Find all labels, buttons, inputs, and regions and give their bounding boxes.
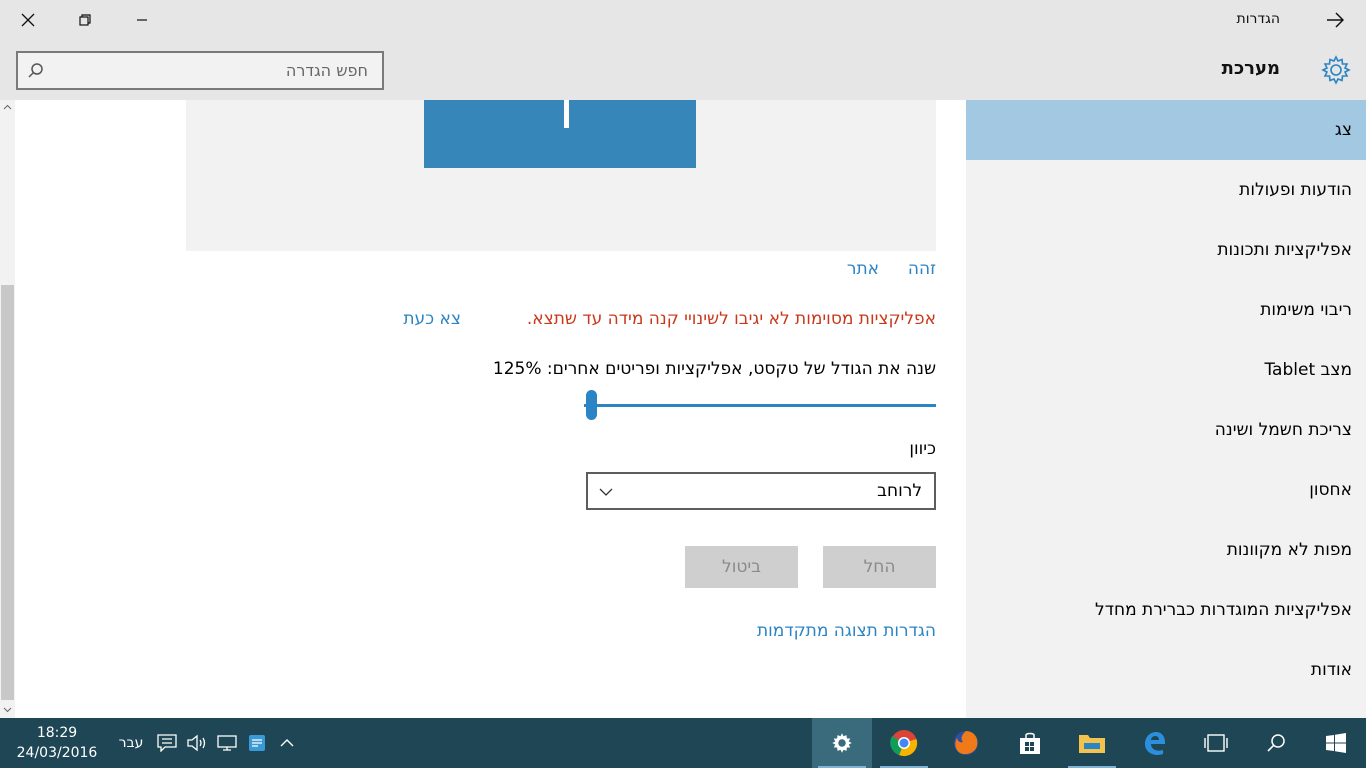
- sidebar-item-display[interactable]: צג: [966, 100, 1366, 160]
- windows-icon: [1326, 733, 1346, 753]
- chrome-app-button[interactable]: [874, 718, 934, 768]
- sidebar-item-label: מצב Tablet: [1264, 360, 1352, 380]
- content-scrollbar[interactable]: [0, 100, 15, 718]
- sidebar-item-apps-features[interactable]: אפליקציות ותכונות: [966, 220, 1366, 280]
- app-tray-icon: [249, 735, 265, 751]
- search-icon: [28, 63, 43, 78]
- sidebar-item-label: אפליקציות ותכונות: [1217, 240, 1352, 260]
- network-button[interactable]: [216, 718, 238, 768]
- orientation-value: לרוחב: [877, 481, 922, 501]
- edge-app-button[interactable]: [1124, 718, 1184, 768]
- sidebar-item-label: ריבוי משימות: [1260, 300, 1352, 320]
- title-bar: הגדרות: [0, 0, 1366, 40]
- sidebar-item-storage[interactable]: אחסון: [966, 460, 1366, 520]
- back-button[interactable]: [1304, 0, 1366, 40]
- chevron-up-icon: [280, 739, 294, 747]
- sidebar-item-label: אודות: [1310, 660, 1352, 680]
- gear-icon: [832, 733, 852, 753]
- close-icon: [21, 13, 35, 27]
- taskbar: עבר 18:29 24/03/2016: [0, 718, 1366, 768]
- file-explorer-button[interactable]: [1062, 718, 1122, 768]
- sidebar-item-notifications[interactable]: הודעות ופעולות: [966, 160, 1366, 220]
- sidebar-item-default-apps[interactable]: אפליקציות המוגדרות כברירת מחדל: [966, 580, 1366, 640]
- close-button[interactable]: [0, 0, 56, 40]
- scale-slider[interactable]: [584, 390, 936, 420]
- action-center-icon: [157, 734, 177, 752]
- minimize-icon: [137, 19, 147, 21]
- chrome-icon: [890, 730, 918, 757]
- orientation-label: כיוון: [909, 439, 936, 459]
- search-input[interactable]: חפש הגדרה: [16, 51, 384, 90]
- search-icon: [1267, 734, 1285, 752]
- orientation-dropdown[interactable]: לרוחב: [586, 472, 936, 510]
- scaling-warning: אפליקציות מסוימות לא יגיבו לשינויי קנה מ…: [526, 309, 936, 329]
- show-hidden-icons-button[interactable]: [276, 718, 298, 768]
- sidebar-item-label: צריכת חשמל ושינה: [1214, 420, 1352, 440]
- task-view-icon: [1204, 734, 1228, 752]
- store-app-button[interactable]: [1000, 718, 1060, 768]
- page-title: מערכת: [1221, 58, 1280, 79]
- sidebar-nav: צג הודעות ופעולות אפליקציות ותכונות ריבו…: [966, 100, 1366, 718]
- gear-icon: [1321, 55, 1351, 85]
- window-title: הגדרות: [1236, 11, 1280, 27]
- clock-date: 24/03/2016: [16, 745, 98, 761]
- volume-icon: [187, 734, 206, 752]
- tray-app-icon-button[interactable]: [246, 718, 268, 768]
- minimize-button[interactable]: [114, 0, 170, 40]
- search-placeholder: חפש הגדרה: [285, 61, 368, 80]
- sidebar-item-label: צג: [1334, 120, 1352, 140]
- sidebar-item-multitasking[interactable]: ריבוי משימות: [966, 280, 1366, 340]
- volume-button[interactable]: [186, 718, 208, 768]
- start-button[interactable]: [1306, 718, 1366, 768]
- identify-link[interactable]: זהה: [908, 259, 936, 279]
- slider-thumb[interactable]: [586, 390, 597, 420]
- scrollbar-thumb[interactable]: [1, 285, 14, 700]
- sidebar-item-label: אחסון: [1309, 480, 1352, 500]
- cancel-button[interactable]: ביטול: [685, 546, 798, 588]
- apply-button[interactable]: החל: [823, 546, 936, 588]
- taskbar-search-button[interactable]: [1246, 718, 1306, 768]
- firefox-icon: [954, 731, 978, 755]
- scroll-up-icon[interactable]: [3, 103, 12, 112]
- sidebar-item-label: אפליקציות המוגדרות כברירת מחדל: [1095, 600, 1352, 620]
- clock-time: 18:29: [36, 725, 78, 741]
- monitor-tile[interactable]: [424, 100, 696, 168]
- detect-link[interactable]: אתר: [847, 259, 879, 279]
- input-language-button[interactable]: עבר: [116, 718, 146, 768]
- sidebar-item-power-sleep[interactable]: צריכת חשמל ושינה: [966, 400, 1366, 460]
- folder-icon: [1079, 735, 1105, 753]
- monitor-number-glyph: [564, 100, 569, 128]
- store-icon: [1020, 732, 1040, 754]
- display-preview: [186, 100, 936, 251]
- scale-label: שנה את הגודל של טקסט, אפליקציות ופריטים …: [492, 359, 936, 379]
- sidebar-item-tablet-mode[interactable]: מצב Tablet: [966, 340, 1366, 400]
- clock[interactable]: 18:29 24/03/2016: [14, 723, 100, 763]
- chevron-down-icon: [599, 488, 613, 496]
- firefox-app-button[interactable]: [936, 718, 996, 768]
- sidebar-item-label: מפות לא מקוונות: [1226, 540, 1352, 560]
- network-icon: [217, 735, 237, 751]
- sidebar-item-about[interactable]: אודות: [966, 640, 1366, 700]
- slider-track: [584, 404, 936, 407]
- arrow-back-icon: [1327, 12, 1344, 28]
- advanced-display-settings-link[interactable]: הגדרות תצוגה מתקדמות: [757, 621, 936, 641]
- language-indicator: עבר: [118, 735, 144, 751]
- action-center-button[interactable]: [156, 718, 178, 768]
- edge-icon: [1145, 732, 1165, 755]
- sidebar-item-label: הודעות ופעולות: [1239, 180, 1352, 200]
- task-view-button[interactable]: [1186, 718, 1246, 768]
- restore-icon: [79, 14, 91, 26]
- settings-header: חפש הגדרה מערכת: [0, 40, 1366, 100]
- sign-out-link[interactable]: צא כעת: [403, 309, 461, 329]
- sidebar-item-offline-maps[interactable]: מפות לא מקוונות: [966, 520, 1366, 580]
- scroll-down-icon[interactable]: [3, 705, 12, 714]
- restore-button[interactable]: [57, 0, 113, 40]
- settings-app-button[interactable]: [812, 718, 872, 768]
